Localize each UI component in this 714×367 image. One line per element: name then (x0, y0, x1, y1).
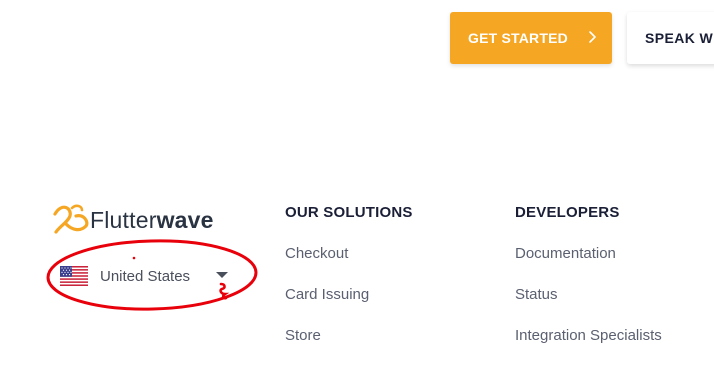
speak-with-sales-button[interactable]: SPEAK WITH SALES (627, 12, 714, 64)
list-item: Card Issuing (285, 285, 413, 326)
list-item: Documentation (515, 244, 662, 285)
our-solutions-heading: OUR SOLUTIONS (285, 204, 413, 221)
get-started-button[interactable]: GET STARTED (450, 12, 612, 64)
our-solutions-column: OUR SOLUTIONS Checkout Card Issuing Stor… (285, 203, 413, 367)
speak-with-sales-label: SPEAK WITH SALES (645, 30, 714, 46)
chevron-right-icon (589, 31, 596, 43)
list-item: Integration Specialists (515, 326, 662, 367)
caret-down-icon (216, 272, 228, 278)
country-selector[interactable]: United States (60, 261, 235, 291)
flutterwave-butterfly-icon (53, 204, 89, 234)
list-item: Status (515, 285, 662, 326)
us-flag-icon (60, 266, 88, 286)
footer-link-card-issuing[interactable]: Card Issuing (285, 286, 369, 303)
footer-link-integration-specialists[interactable]: Integration Specialists (515, 327, 662, 344)
our-solutions-links: Checkout Card Issuing Store (285, 244, 413, 367)
footer-link-checkout[interactable]: Checkout (285, 245, 348, 262)
country-selected-label: United States (100, 267, 191, 285)
footer-link-store[interactable]: Store (285, 327, 321, 344)
list-item: Checkout (285, 244, 413, 285)
flutterwave-logo[interactable]: Flutterwave (52, 203, 214, 237)
developers-heading: DEVELOPERS (515, 204, 620, 221)
logo-wordmark: Flutterwave (90, 206, 214, 233)
footer-link-documentation[interactable]: Documentation (515, 245, 616, 262)
footer-link-status[interactable]: Status (515, 286, 558, 303)
get-started-label: GET STARTED (468, 30, 568, 46)
list-item: Store (285, 326, 413, 367)
developers-links: Documentation Status Integration Special… (515, 244, 662, 367)
developers-column: DEVELOPERS Documentation Status Integrat… (515, 203, 662, 367)
